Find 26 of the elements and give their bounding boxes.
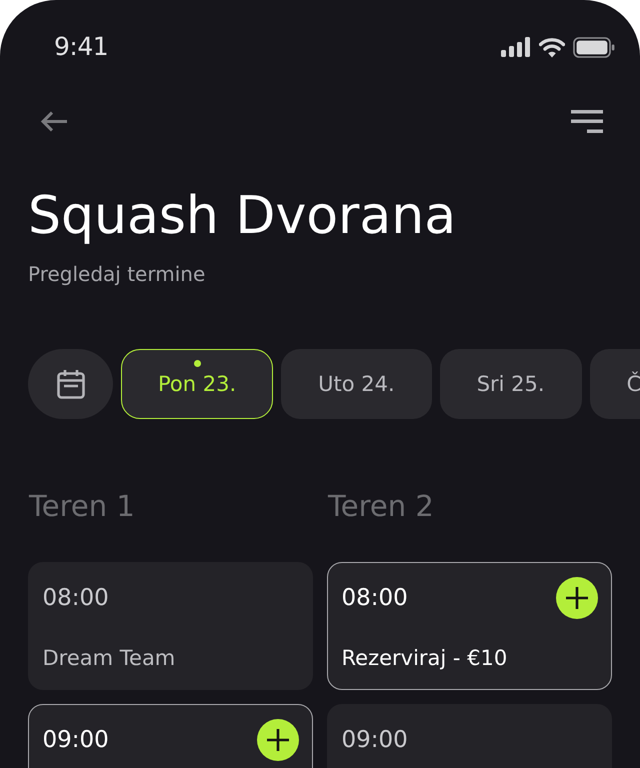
plus-icon: [266, 728, 288, 750]
calendar-icon: [56, 369, 84, 399]
court-heading: Teren 2: [327, 488, 434, 524]
slot-time: 09:00: [42, 726, 109, 754]
slot-time: 09:00: [342, 726, 408, 754]
signal-icon: [501, 37, 531, 57]
page-title: Squash Dvorana: [28, 185, 456, 247]
add-button[interactable]: [556, 576, 598, 618]
back-arrow-icon[interactable]: [40, 110, 68, 132]
day-tab[interactable]: Pon 23.: [121, 349, 274, 419]
menu-icon[interactable]: [571, 110, 603, 132]
dot-icon: [194, 360, 201, 367]
slot-time: 08:00: [342, 584, 408, 612]
day-tab[interactable]: Uto 24.: [281, 349, 432, 419]
plus-icon: [566, 586, 588, 608]
day-tab[interactable]: Sri 25.: [440, 349, 582, 419]
day-tab[interactable]: Č: [590, 349, 640, 419]
court-heading: Teren 1: [28, 488, 135, 524]
status-time: 9:41: [54, 32, 108, 62]
wifi-icon: [539, 36, 565, 58]
slot-time: 08:00: [42, 584, 109, 612]
slot-label: Dream Team: [42, 644, 176, 672]
slot-label: Rezerviraj - €10: [342, 644, 508, 672]
battery-icon: [573, 36, 615, 58]
add-button[interactable]: [256, 718, 298, 760]
page-subtitle: Pregledaj termine: [28, 261, 206, 287]
